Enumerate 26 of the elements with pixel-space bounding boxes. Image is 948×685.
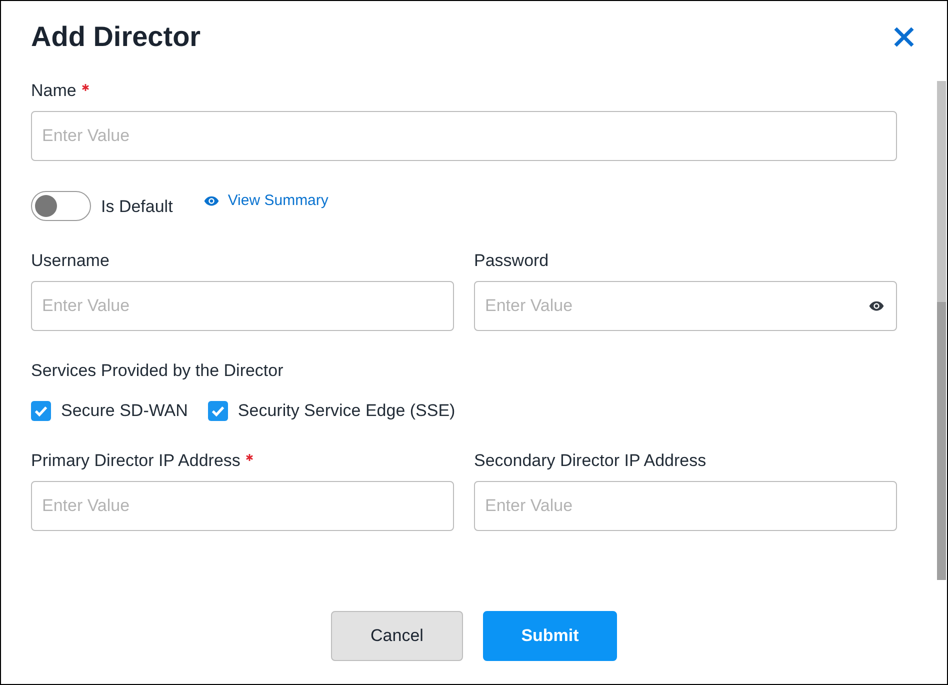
toggle-label: Is Default: [101, 196, 173, 216]
cancel-button[interactable]: Cancel: [331, 611, 463, 661]
close-button[interactable]: [894, 27, 914, 47]
field-label: Secondary Director IP Address: [474, 451, 706, 471]
field-label: Name: [31, 81, 76, 101]
input-field[interactable]: Enter Value: [31, 281, 454, 331]
checkbox-label: Secure SD-WAN: [61, 401, 188, 421]
submit-button[interactable]: Submit: [483, 611, 617, 661]
checkbox-label: Security Service Edge (SSE): [238, 401, 456, 421]
input-field[interactable]: Enter Value: [31, 481, 454, 531]
checkbox[interactable]: [208, 401, 228, 421]
toggle-switch[interactable]: [31, 191, 91, 221]
field-label: Username: [31, 251, 110, 271]
checkbox[interactable]: [31, 401, 51, 421]
close-icon: [894, 27, 914, 47]
input-field[interactable]: Enter Value: [31, 111, 897, 161]
input-field[interactable]: Enter Value: [474, 481, 897, 531]
view-summary-link[interactable]: View Summary: [204, 191, 328, 211]
password-field[interactable]: Enter Value: [474, 281, 897, 331]
field-label: Password: [474, 251, 549, 271]
scrollbar-thumb[interactable]: [937, 302, 946, 580]
dialog-title: Add Director: [31, 20, 201, 54]
section-label: Services Provided by the Director: [31, 361, 284, 381]
field-label: Primary Director IP Address: [31, 451, 240, 471]
eye-icon[interactable]: [869, 301, 884, 311]
eye-icon: [204, 196, 219, 206]
